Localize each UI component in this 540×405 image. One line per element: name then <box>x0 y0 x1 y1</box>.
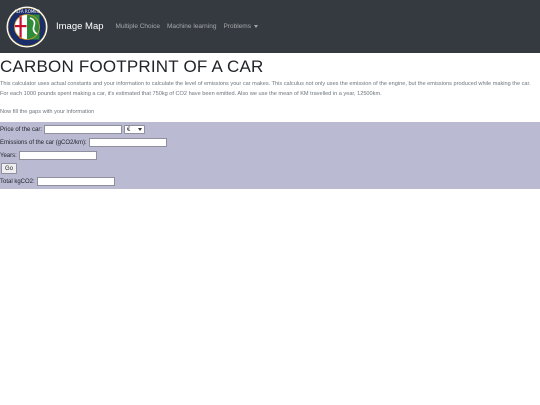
price-label: Price of the car: <box>0 126 43 133</box>
calculator-form: Price of the car: € Emissions of the car… <box>0 122 540 189</box>
instruction-text: Now fill the gaps with your information <box>0 109 95 115</box>
price-row: Price of the car: € <box>0 123 540 136</box>
nav-dropdown-label: Problems <box>223 23 251 30</box>
total-row: Total kgCO2: <box>0 175 540 188</box>
svg-text:ALFA ROMEO: ALFA ROMEO <box>14 9 40 14</box>
top-navbar: ALFA ROMEO Image Map Multiple Choice Mac… <box>0 0 540 53</box>
years-input[interactable] <box>18 151 97 160</box>
nav-dropdown-problems[interactable]: Problems <box>223 23 258 30</box>
page-title: CARBON FOOTPRINT OF A CAR <box>0 57 264 76</box>
chevron-down-icon <box>138 128 143 131</box>
nav-link-multiple-choice[interactable]: Multiple Choice <box>116 23 160 30</box>
total-label: Total kgCO2: <box>0 178 35 185</box>
years-row: Years: <box>0 149 540 162</box>
emissions-label: Emissions of the car (gCO2/km): <box>0 139 87 146</box>
emissions-row: Emissions of the car (gCO2/km): <box>0 136 540 149</box>
alfa-romeo-logo[interactable]: ALFA ROMEO <box>6 6 48 48</box>
navbar-brand[interactable]: Image Map <box>56 21 104 32</box>
total-output[interactable] <box>36 177 115 186</box>
go-row: Go <box>0 162 540 175</box>
go-button[interactable]: Go <box>1 163 18 174</box>
currency-select[interactable]: € <box>124 125 146 134</box>
price-input[interactable] <box>44 125 123 134</box>
emissions-input[interactable] <box>88 138 167 147</box>
currency-selected: € <box>127 126 131 133</box>
caret-down-icon <box>253 24 258 28</box>
page-description: This calculator uses actual constants an… <box>0 81 531 97</box>
nav-link-machine-learning[interactable]: Machine learning <box>167 23 217 30</box>
years-label: Years: <box>0 152 17 159</box>
